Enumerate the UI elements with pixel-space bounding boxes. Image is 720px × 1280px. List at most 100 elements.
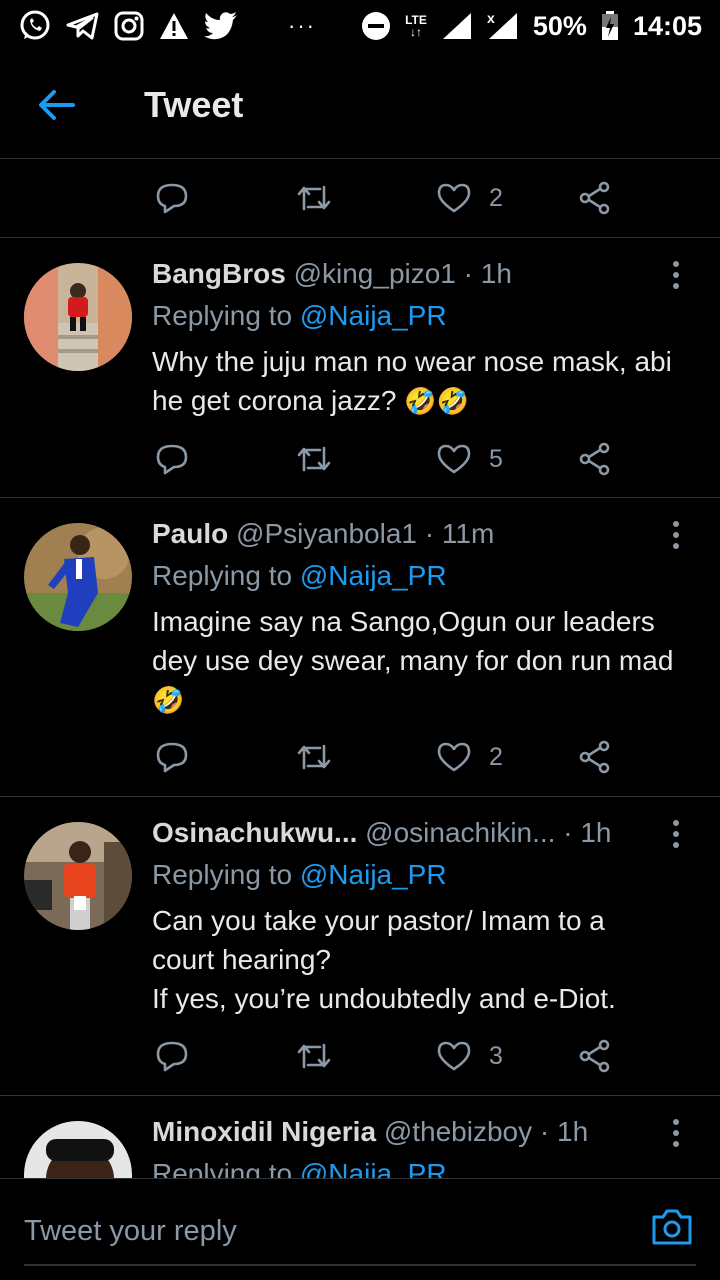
replying-label: Replying to [152,859,300,890]
retweet-button[interactable] [296,1026,332,1086]
share-button[interactable] [578,1026,612,1086]
replying-handle-link[interactable]: @Naija_PR [300,859,447,890]
user-handle[interactable]: @Psiyanbola1 [236,518,417,549]
more-options-icon[interactable] [664,518,688,552]
timestamp: · 1h [532,1116,589,1147]
tweet-header: BangBros @king_pizo1 · 1h [152,258,650,292]
like-count: 3 [489,1041,503,1070]
lte-label: LTE [405,13,427,27]
retweet-button[interactable] [296,429,332,489]
more-notifications-icon: ··· [288,13,316,38]
back-button[interactable] [26,75,86,135]
reply-icon [156,1041,188,1072]
like-button[interactable]: 2 [437,727,503,787]
like-count: 2 [489,742,503,771]
reply-tweet[interactable]: Minoxidil Nigeria @thebizboy · 1h Replyi… [0,1095,720,1178]
timestamp: · 1h [555,817,612,848]
main-tweet-actions: 2 [0,168,720,228]
retweet-icon [297,744,331,770]
heart-icon [437,444,471,474]
replying-handle-link[interactable]: @Naija_PR [300,1158,447,1178]
heart-icon [437,183,471,213]
tweet-text-line: If yes, you’re undoubtedly and e-Diot. [152,983,616,1014]
avatar[interactable] [24,1121,132,1178]
arrow-left-icon [39,90,75,120]
share-icon [579,1039,610,1073]
app-bar: Tweet [0,52,720,159]
reply-button[interactable] [155,429,189,489]
user-handle[interactable]: @osinachikin... [365,817,555,848]
retweet-icon [297,185,331,211]
tweet-header: Paulo @Psiyanbola1 · 11m [152,518,650,552]
avatar[interactable] [24,523,132,631]
share-button[interactable] [578,727,612,787]
page-title: Tweet [144,84,244,125]
lte-indicator: LTE ↓↑ [405,13,427,39]
replying-label: Replying to [152,300,300,331]
reply-composer: Tweet your reply [0,1178,720,1280]
heart-icon [437,1041,471,1071]
like-button[interactable]: 2 [437,168,503,228]
more-options-icon[interactable] [664,258,688,292]
retweet-button[interactable] [296,727,332,787]
camera-icon [652,1209,692,1245]
dnd-icon [361,11,391,41]
reply-tweet[interactable]: Osinachukwu... @osinachikin... · 1h Repl… [0,796,720,1095]
instagram-icon [114,11,144,41]
whatsapp-icon [18,9,52,43]
tweet-header: Osinachukwu... @osinachikin... · 1h [152,817,650,851]
retweet-icon [297,446,331,472]
avatar[interactable] [24,822,132,930]
more-options-icon[interactable] [664,1116,688,1150]
signal-icon [441,11,473,41]
replying-handle-link[interactable]: @Naija_PR [300,300,447,331]
replying-handle-link[interactable]: @Naija_PR [300,560,447,591]
reply-button[interactable] [155,168,189,228]
tweet-text-line: court hearing? [152,944,332,975]
reply-icon [156,444,188,475]
share-icon [579,740,610,774]
reply-tweet[interactable]: BangBros @king_pizo1 · 1h Replying to @N… [0,237,720,497]
like-count: 5 [489,444,503,473]
svg-text:x: x [487,11,495,26]
reply-actions: 5 [0,429,720,489]
retweet-icon [297,1043,331,1069]
reply-button[interactable] [155,1026,189,1086]
reply-input[interactable]: Tweet your reply [24,1215,237,1248]
tweet-text: Why the juju man no wear nose mask, abi … [152,342,692,421]
tweet-header: Minoxidil Nigeria @thebizboy · 1h [152,1116,650,1150]
avatar[interactable] [24,263,132,371]
user-handle[interactable]: @king_pizo1 [294,258,456,289]
share-button[interactable] [578,168,612,228]
no-signal-icon: x [487,11,519,41]
timestamp: · 1h [455,258,512,289]
share-button[interactable] [578,429,612,489]
tweet-text: Imagine say na Sango,Ogun our leaders de… [152,602,692,720]
laughing-emoji: 🤣 [152,685,185,715]
timestamp: · 11m [417,518,495,549]
reply-actions: 2 [0,727,720,787]
twitter-icon [204,12,238,40]
reply-icon [156,183,188,214]
replying-label: Replying to [152,560,300,591]
replying-label: Replying to [152,1158,300,1178]
camera-button[interactable] [650,1207,694,1247]
like-button[interactable]: 5 [437,429,503,489]
replying-to: Replying to @Naija_PR [152,300,447,332]
user-handle[interactable]: @thebizboy [384,1116,532,1147]
retweet-button[interactable] [296,168,332,228]
more-options-icon[interactable] [664,817,688,851]
display-name[interactable]: Osinachukwu... [152,817,357,848]
input-underline [24,1264,696,1266]
replying-to: Replying to @Naija_PR [152,1158,447,1178]
like-button[interactable]: 3 [437,1026,503,1086]
battery-percent: 50% [532,10,587,41]
display-name[interactable]: BangBros [152,258,286,289]
reply-button[interactable] [155,727,189,787]
display-name[interactable]: Paulo [152,518,228,549]
battery-icon [601,11,619,41]
telegram-icon [66,11,100,41]
reply-tweet[interactable]: Paulo @Psiyanbola1 · 11m Replying to @Na… [0,497,720,796]
display-name[interactable]: Minoxidil Nigeria [152,1116,376,1147]
share-icon [579,181,610,215]
